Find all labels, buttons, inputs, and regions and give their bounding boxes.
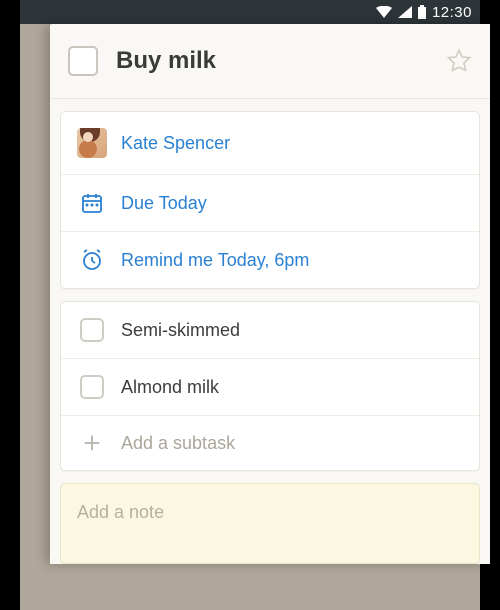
reminder-label: Remind me Today, 6pm: [121, 250, 309, 271]
clock-text: 12:30: [432, 4, 472, 21]
assignee-name: Kate Spencer: [121, 133, 230, 154]
subtask-label: Semi-skimmed: [121, 320, 240, 341]
subtask-item[interactable]: Almond milk: [61, 359, 479, 416]
phone-frame: 12:30 Buy milk Kate Spencer Due Today: [20, 0, 480, 610]
calendar-icon: [77, 191, 107, 215]
subtask-label: Almond milk: [121, 377, 219, 398]
task-checkbox[interactable]: [68, 46, 98, 76]
due-date-label: Due Today: [121, 193, 207, 214]
task-header: Buy milk: [50, 24, 490, 98]
divider: [50, 98, 490, 99]
status-bar: 12:30: [20, 0, 480, 24]
assignee-row[interactable]: Kate Spencer: [61, 112, 479, 175]
due-date-row[interactable]: Due Today: [61, 175, 479, 232]
plus-icon: [77, 432, 107, 454]
wifi-icon: [376, 6, 392, 18]
subtask-checkbox[interactable]: [80, 375, 104, 399]
note-placeholder: Add a note: [77, 502, 463, 523]
add-subtask-label: Add a subtask: [121, 433, 235, 454]
add-subtask-row[interactable]: Add a subtask: [61, 416, 479, 470]
reminder-row[interactable]: Remind me Today, 6pm: [61, 232, 479, 288]
cellular-icon: [398, 6, 412, 18]
meta-section: Kate Spencer Due Today Remind me Today, …: [60, 111, 480, 289]
subtasks-section: Semi-skimmed Almond milk Add a subtask: [60, 301, 480, 471]
note-section[interactable]: Add a note: [60, 483, 480, 564]
battery-icon: [418, 5, 426, 19]
task-title[interactable]: Buy milk: [116, 47, 446, 75]
subtask-checkbox[interactable]: [80, 318, 104, 342]
alarm-icon: [77, 248, 107, 272]
star-icon[interactable]: [446, 48, 472, 74]
task-detail-sheet: Buy milk Kate Spencer Due Today: [50, 24, 490, 564]
avatar: [77, 128, 107, 158]
subtask-item[interactable]: Semi-skimmed: [61, 302, 479, 359]
